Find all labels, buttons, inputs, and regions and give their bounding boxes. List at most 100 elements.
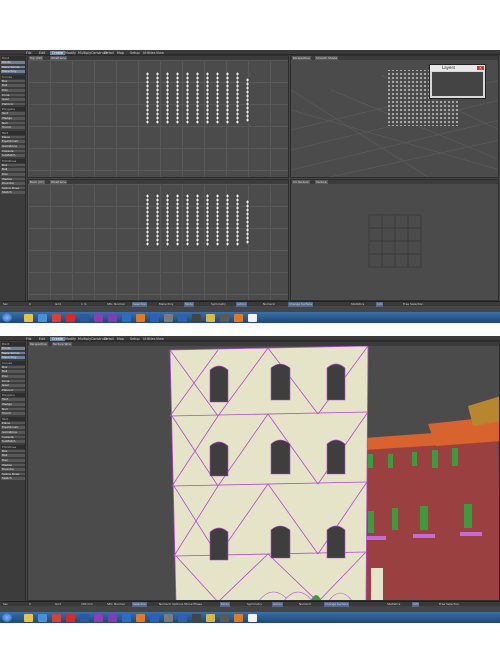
audio-icon[interactable] bbox=[192, 613, 201, 622]
menu-tab[interactable]: Map bbox=[115, 51, 126, 55]
status-item[interactable]: Change Surface bbox=[288, 302, 313, 307]
word-icon[interactable] bbox=[150, 313, 159, 322]
toolbar-button[interactable]: Make Spline bbox=[1, 65, 25, 70]
toolbar-button[interactable]: Make Poly bbox=[1, 356, 25, 360]
notepad-icon[interactable] bbox=[248, 313, 257, 322]
media-icon[interactable] bbox=[38, 313, 47, 322]
chrome-icon[interactable] bbox=[52, 313, 61, 322]
game-icon[interactable] bbox=[220, 613, 229, 622]
close-icon[interactable]: X bbox=[477, 66, 484, 70]
status-item[interactable]: Free Selection bbox=[402, 302, 424, 307]
toolbar-button[interactable]: Gear bbox=[1, 384, 25, 388]
lightwave-icon[interactable] bbox=[80, 613, 89, 622]
word-icon[interactable] bbox=[150, 613, 159, 622]
photoshop-icon[interactable] bbox=[122, 313, 131, 322]
toolbar-button[interactable]: Cone bbox=[1, 379, 25, 384]
menu-tab[interactable]: View bbox=[154, 51, 166, 55]
toolbar-button[interactable]: Cone bbox=[1, 93, 25, 98]
toolbar-button[interactable]: Wedge bbox=[1, 403, 25, 407]
after-effects-icon[interactable] bbox=[94, 313, 103, 322]
3d-app-icon[interactable] bbox=[164, 613, 173, 622]
status-item[interactable]: SEL: Normal bbox=[106, 302, 126, 307]
toolbar-button[interactable]: Sketch bbox=[1, 477, 25, 481]
toolbar-button[interactable]: Ball bbox=[1, 84, 25, 88]
toolbar-button[interactable]: Disc bbox=[1, 173, 25, 177]
status-item[interactable]: Info bbox=[412, 602, 420, 607]
toolbar-button[interactable]: Capsule bbox=[1, 435, 25, 440]
menu-tab[interactable]: Edit bbox=[37, 51, 47, 55]
menu-tab[interactable]: Detail bbox=[102, 337, 116, 341]
status-item[interactable]: Statistics bbox=[350, 302, 365, 307]
toolbar-button[interactable]: Text bbox=[1, 112, 25, 116]
firefox-alt-icon[interactable] bbox=[234, 313, 243, 322]
toolbar-button[interactable]: Text bbox=[1, 398, 25, 402]
menu-tab[interactable]: Edit bbox=[37, 337, 47, 341]
toolbar-button[interactable]: Equilibrium bbox=[1, 140, 25, 144]
toolbar-button[interactable]: Equilibrium bbox=[1, 426, 25, 430]
toolbar-button[interactable]: Null bbox=[1, 121, 25, 126]
viewport-uv[interactable]: UV Texture Texture bbox=[290, 179, 499, 301]
status-item[interactable]: Action bbox=[236, 302, 248, 307]
status-item[interactable]: Free Selection bbox=[438, 602, 460, 607]
folder-icon[interactable] bbox=[206, 613, 215, 622]
toolbar-button[interactable]: Box bbox=[1, 449, 25, 454]
toolbar-button[interactable]: Wedge bbox=[1, 463, 25, 468]
status-item[interactable]: Selection bbox=[132, 302, 148, 307]
status-item[interactable]: SEL: Normal bbox=[106, 602, 126, 607]
status-item[interactable]: Statistics bbox=[386, 602, 401, 607]
viewport-back[interactable]: Back (XY) Wireframe bbox=[27, 179, 289, 301]
menu-tab[interactable]: Setup bbox=[128, 51, 142, 55]
toolbar-button[interactable]: Wedge bbox=[1, 177, 25, 182]
media-icon[interactable] bbox=[38, 613, 47, 622]
notepad-icon[interactable] bbox=[248, 613, 257, 622]
toolbar-button[interactable]: SubPatch bbox=[1, 154, 25, 158]
toolbar-button[interactable]: Wedge bbox=[1, 117, 25, 121]
toolbar-button[interactable]: Disc bbox=[1, 375, 25, 379]
toolbar-button[interactable]: Ball bbox=[1, 370, 25, 374]
status-item[interactable]: Numeric Options Stone Phase bbox=[158, 602, 203, 607]
toolbar-button[interactable]: Rounder bbox=[1, 468, 25, 472]
toolbar-button[interactable]: Sketch bbox=[1, 191, 25, 195]
windows-start-icon[interactable] bbox=[2, 613, 12, 622]
status-item[interactable]: Info bbox=[376, 302, 384, 307]
toolbar-button[interactable]: Toroid bbox=[1, 126, 25, 130]
premiere-icon[interactable] bbox=[108, 313, 117, 322]
toolbar-button[interactable]: Gemstone bbox=[1, 145, 25, 149]
status-item[interactable]: Symmetry bbox=[246, 602, 263, 607]
after-effects-icon[interactable] bbox=[94, 613, 103, 622]
toolbar-button[interactable]: Disc bbox=[1, 459, 25, 463]
viewport-top[interactable]: Top (XZ) Wireframe bbox=[27, 55, 289, 178]
toolbar-button[interactable]: Spline Draw bbox=[1, 186, 25, 191]
toolbar-button[interactable]: Gear bbox=[1, 98, 25, 102]
lightwave-layout-icon[interactable] bbox=[178, 613, 187, 622]
explorer-icon[interactable] bbox=[24, 613, 33, 622]
toolbar-button[interactable]: Platonic bbox=[1, 388, 25, 393]
toolbar-button[interactable]: Rounder bbox=[1, 182, 25, 186]
explorer-icon[interactable] bbox=[24, 313, 33, 322]
3d-app-icon[interactable] bbox=[164, 313, 173, 322]
status-item[interactable]: Numeric bbox=[262, 302, 276, 307]
status-item[interactable]: Mode bbox=[220, 602, 230, 607]
system-clock[interactable] bbox=[472, 312, 494, 323]
menu-tab[interactable]: Setup bbox=[128, 337, 142, 341]
toolbar-button[interactable]: Box bbox=[1, 365, 25, 370]
status-item[interactable]: Symmetry bbox=[210, 302, 227, 307]
toolbar-button[interactable]: Ball bbox=[1, 168, 25, 172]
menu-tab[interactable]: File bbox=[24, 51, 34, 55]
viewport-perspective[interactable]: Perspective Texture Wire bbox=[27, 341, 500, 601]
toolbar-button[interactable]: Plane bbox=[1, 421, 25, 426]
game-icon[interactable] bbox=[220, 313, 229, 322]
status-item[interactable]: Mode bbox=[184, 302, 194, 307]
toolbar-button[interactable]: Capsule bbox=[1, 149, 25, 154]
toolbar-button[interactable]: Make Poly bbox=[1, 70, 25, 74]
lightwave-layout-icon[interactable] bbox=[178, 313, 187, 322]
viewport-perspective[interactable]: Perspective Smooth Shade Layers X bbox=[290, 55, 499, 178]
toolbar-button[interactable]: Box bbox=[1, 79, 25, 84]
toolbar-button[interactable]: Make Spline bbox=[1, 351, 25, 356]
menu-tab[interactable]: File bbox=[24, 337, 34, 341]
menu-tab[interactable]: Detail bbox=[102, 51, 116, 55]
chrome-icon[interactable] bbox=[52, 613, 61, 622]
menu-tab[interactable]: View bbox=[154, 337, 166, 341]
toolbar-button[interactable]: Null bbox=[1, 407, 25, 412]
audio-icon[interactable] bbox=[192, 313, 201, 322]
